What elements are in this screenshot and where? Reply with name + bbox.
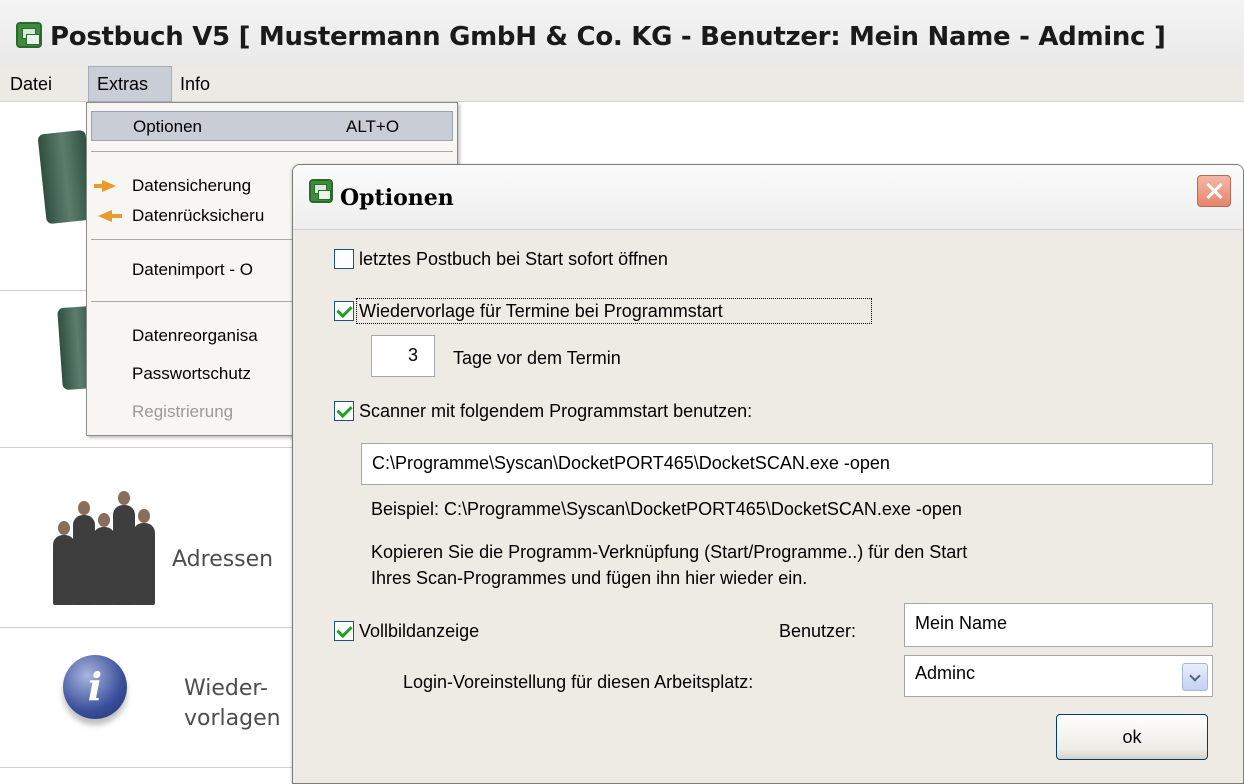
scanner-label[interactable]: Scanner mit folgendem Programmstart benu… <box>359 401 752 422</box>
options-dialog: Optionen letztes Postbuch bei Start sofo… <box>292 164 1244 784</box>
benutzer-label: Benutzer: <box>779 621 857 641</box>
people-icon[interactable] <box>45 480 170 605</box>
days-value: 3 <box>408 345 419 365</box>
hint-text-line1: Kopieren Sie die Programm-Verknüpfung (S… <box>371 542 968 562</box>
menu-item-accelerator: ALT+O <box>346 117 400 136</box>
adressen-label[interactable]: Adressen <box>172 547 273 572</box>
window-title: Postbuch V5 [ Mustermann GmbH & Co. KG -… <box>50 22 1166 52</box>
scanner-checkbox[interactable] <box>334 401 354 421</box>
wiedervorlagen-label-line2[interactable]: vorlagen <box>184 706 281 731</box>
open-last-postbuch-checkbox[interactable] <box>334 249 354 269</box>
restore-arrow-icon <box>96 210 122 222</box>
scanner-path-value: C:\Programme\Syscan\DocketPORT465\Docket… <box>372 453 890 473</box>
menu-info[interactable]: Info <box>172 66 218 102</box>
menubar: Datei Extras Info <box>0 66 1244 102</box>
menu-item-label: Datensicherung <box>132 176 252 195</box>
dialog-title: Optionen <box>340 185 454 211</box>
menu-extras[interactable]: Extras <box>88 66 172 102</box>
menu-item-label: Datenreorganisa <box>132 326 258 345</box>
vollbild-label[interactable]: Vollbildanzeige <box>359 621 479 642</box>
divider <box>0 627 300 628</box>
days-input[interactable]: 3 <box>371 335 435 377</box>
login-select[interactable]: Adminc <box>904 655 1213 697</box>
dialog-body: letztes Postbuch bei Start sofort öffnen… <box>293 229 1243 783</box>
days-label: Tage vor dem Termin <box>453 348 621 368</box>
benutzer-input[interactable]: Mein Name <box>904 603 1213 647</box>
menu-separator <box>91 151 453 152</box>
window-titlebar: Postbuch V5 [ Mustermann GmbH & Co. KG -… <box>0 0 1244 66</box>
backup-arrow-icon <box>94 180 118 192</box>
login-value: Adminc <box>915 663 976 683</box>
info-icon[interactable]: i <box>63 655 127 719</box>
menu-item-label: Datenrücksicheru <box>132 206 265 225</box>
hint-text-line2: Ihres Scan-Programmes und fügen ihn hier… <box>371 568 808 588</box>
divider <box>0 447 300 448</box>
chevron-down-icon[interactable] <box>1182 663 1208 691</box>
divider <box>0 767 300 768</box>
vollbild-checkbox[interactable] <box>334 621 354 641</box>
open-last-postbuch-label[interactable]: letztes Postbuch bei Start sofort öffnen <box>359 249 668 270</box>
ok-button[interactable]: ok <box>1056 714 1208 760</box>
menu-item-label: Passwortschutz <box>132 364 252 383</box>
dialog-titlebar[interactable]: Optionen <box>293 165 1243 230</box>
login-label: Login-Voreinstellung für diesen Arbeitsp… <box>403 672 754 692</box>
scanner-path-input[interactable]: C:\Programme\Syscan\DocketPORT465\Docket… <box>361 443 1213 485</box>
example-text: Beispiel: C:\Programme\Syscan\DocketPORT… <box>371 499 962 519</box>
menu-item-label: Registrierung <box>132 402 234 421</box>
app-icon <box>16 22 42 48</box>
wiedervorlagen-label-line1[interactable]: Wieder- <box>184 676 268 701</box>
menu-item-optionen[interactable]: Optionen ALT+O <box>91 111 453 141</box>
benutzer-value: Mein Name <box>915 613 1008 633</box>
menu-datei[interactable]: Datei <box>2 66 60 102</box>
wiedervorlage-checkbox[interactable] <box>334 301 354 321</box>
wiedervorlage-label[interactable]: Wiedervorlage für Termine bei Programmst… <box>359 301 723 322</box>
close-icon[interactable] <box>1197 175 1231 207</box>
app-icon <box>309 179 333 203</box>
menu-item-label: Optionen <box>133 117 202 136</box>
menu-item-label: Datenimport - O <box>132 260 253 279</box>
